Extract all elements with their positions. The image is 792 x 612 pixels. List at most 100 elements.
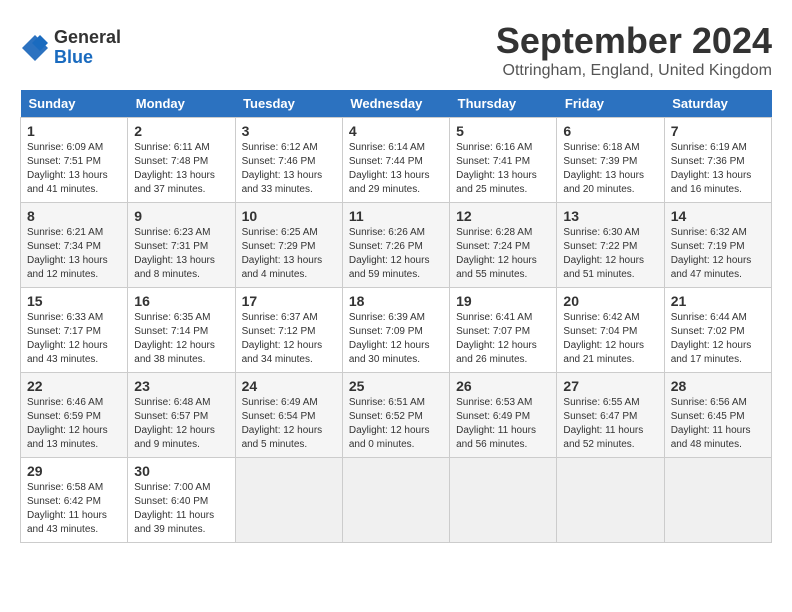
calendar-day-cell <box>450 458 557 543</box>
day-number: 15 <box>27 293 121 309</box>
calendar-day-cell: 24 Sunrise: 6:49 AM Sunset: 6:54 PM Dayli… <box>235 373 342 458</box>
calendar-day-cell: 4 Sunrise: 6:14 AM Sunset: 7:44 PM Daylig… <box>342 118 449 203</box>
calendar-week-row: 1 Sunrise: 6:09 AM Sunset: 7:51 PM Daylig… <box>21 118 772 203</box>
calendar-day-cell: 6 Sunrise: 6:18 AM Sunset: 7:39 PM Daylig… <box>557 118 664 203</box>
header: General Blue September 2024 Ottringham, … <box>20 20 772 80</box>
header-friday: Friday <box>557 90 664 118</box>
day-number: 28 <box>671 378 765 394</box>
day-number: 19 <box>456 293 550 309</box>
day-info: Sunrise: 6:21 AM Sunset: 7:34 PM Dayligh… <box>27 226 121 282</box>
calendar-day-cell: 2 Sunrise: 6:11 AM Sunset: 7:48 PM Daylig… <box>128 118 235 203</box>
day-number: 23 <box>134 378 228 394</box>
day-info: Sunrise: 6:35 AM Sunset: 7:14 PM Dayligh… <box>134 311 228 367</box>
calendar-week-row: 15 Sunrise: 6:33 AM Sunset: 7:17 PM Dayli… <box>21 288 772 373</box>
day-number: 14 <box>671 208 765 224</box>
month-title: September 2024 <box>496 20 772 62</box>
day-number: 27 <box>563 378 657 394</box>
day-number: 21 <box>671 293 765 309</box>
day-info: Sunrise: 6:12 AM Sunset: 7:46 PM Dayligh… <box>242 141 336 197</box>
header-sunday: Sunday <box>21 90 128 118</box>
day-info: Sunrise: 6:32 AM Sunset: 7:19 PM Dayligh… <box>671 226 765 282</box>
day-number: 2 <box>134 123 228 139</box>
header-tuesday: Tuesday <box>235 90 342 118</box>
day-info: Sunrise: 6:26 AM Sunset: 7:26 PM Dayligh… <box>349 226 443 282</box>
calendar-day-cell: 3Sunrise: 6:12 AM Sunset: 7:46 PM Daylig… <box>235 118 342 203</box>
header-saturday: Saturday <box>664 90 771 118</box>
day-number: 4 <box>349 123 443 139</box>
title-area: September 2024 Ottringham, England, Unit… <box>496 20 772 80</box>
day-info: Sunrise: 6:56 AM Sunset: 6:45 PM Dayligh… <box>671 396 765 452</box>
day-number: 16 <box>134 293 228 309</box>
day-number: 1 <box>27 123 121 139</box>
day-info: Sunrise: 7:00 AM Sunset: 6:40 PM Dayligh… <box>134 481 228 537</box>
header-thursday: Thursday <box>450 90 557 118</box>
day-number: 7 <box>671 123 765 139</box>
logo-general-text: General <box>54 28 121 48</box>
calendar-day-cell: 17 Sunrise: 6:37 AM Sunset: 7:12 PM Dayli… <box>235 288 342 373</box>
calendar-day-cell: 23Sunrise: 6:48 AM Sunset: 6:57 PM Dayli… <box>128 373 235 458</box>
day-number: 18 <box>349 293 443 309</box>
day-number: 22 <box>27 378 121 394</box>
day-info: Sunrise: 6:53 AM Sunset: 6:49 PM Dayligh… <box>456 396 550 452</box>
day-number: 17 <box>242 293 336 309</box>
calendar-day-cell: 8 Sunrise: 6:21 AM Sunset: 7:34 PM Daylig… <box>21 203 128 288</box>
calendar-day-cell: 13 Sunrise: 6:30 AM Sunset: 7:22 PM Dayli… <box>557 203 664 288</box>
day-number: 12 <box>456 208 550 224</box>
day-info: Sunrise: 6:25 AM Sunset: 7:29 PM Dayligh… <box>242 226 336 282</box>
day-info: Sunrise: 6:14 AM Sunset: 7:44 PM Dayligh… <box>349 141 443 197</box>
calendar-week-row: 29 Sunrise: 6:58 AM Sunset: 6:42 PM Dayli… <box>21 458 772 543</box>
day-number: 9 <box>134 208 228 224</box>
day-info: Sunrise: 6:46 AM Sunset: 6:59 PM Dayligh… <box>27 396 121 452</box>
calendar-day-cell: 21Sunrise: 6:44 AM Sunset: 7:02 PM Dayli… <box>664 288 771 373</box>
calendar-day-cell <box>342 458 449 543</box>
day-number: 24 <box>242 378 336 394</box>
day-info: Sunrise: 6:39 AM Sunset: 7:09 PM Dayligh… <box>349 311 443 367</box>
calendar-day-cell: 25 Sunrise: 6:51 AM Sunset: 6:52 PM Dayli… <box>342 373 449 458</box>
calendar-day-cell: 27 Sunrise: 6:55 AM Sunset: 6:47 PM Dayli… <box>557 373 664 458</box>
calendar-day-cell: 30 Sunrise: 7:00 AM Sunset: 6:40 PM Dayli… <box>128 458 235 543</box>
calendar-week-row: 8 Sunrise: 6:21 AM Sunset: 7:34 PM Daylig… <box>21 203 772 288</box>
calendar-day-cell <box>557 458 664 543</box>
day-info: Sunrise: 6:37 AM Sunset: 7:12 PM Dayligh… <box>242 311 336 367</box>
day-number: 10 <box>242 208 336 224</box>
day-info: Sunrise: 6:28 AM Sunset: 7:24 PM Dayligh… <box>456 226 550 282</box>
logo-text: General Blue <box>54 28 121 68</box>
logo-icon <box>20 33 50 63</box>
day-number: 25 <box>349 378 443 394</box>
day-number: 13 <box>563 208 657 224</box>
logo: General Blue <box>20 28 121 68</box>
day-info: Sunrise: 6:11 AM Sunset: 7:48 PM Dayligh… <box>134 141 228 197</box>
day-info: Sunrise: 6:42 AM Sunset: 7:04 PM Dayligh… <box>563 311 657 367</box>
day-info: Sunrise: 6:51 AM Sunset: 6:52 PM Dayligh… <box>349 396 443 452</box>
day-info: Sunrise: 6:19 AM Sunset: 7:36 PM Dayligh… <box>671 141 765 197</box>
day-info: Sunrise: 6:33 AM Sunset: 7:17 PM Dayligh… <box>27 311 121 367</box>
calendar-day-cell: 28 Sunrise: 6:56 AM Sunset: 6:45 PM Dayli… <box>664 373 771 458</box>
day-number: 6 <box>563 123 657 139</box>
day-info: Sunrise: 6:18 AM Sunset: 7:39 PM Dayligh… <box>563 141 657 197</box>
day-info: Sunrise: 6:30 AM Sunset: 7:22 PM Dayligh… <box>563 226 657 282</box>
day-info: Sunrise: 6:49 AM Sunset: 6:54 PM Dayligh… <box>242 396 336 452</box>
calendar-day-cell <box>235 458 342 543</box>
day-number: 5 <box>456 123 550 139</box>
calendar-day-cell: 9 Sunrise: 6:23 AM Sunset: 7:31 PM Daylig… <box>128 203 235 288</box>
day-info: Sunrise: 6:23 AM Sunset: 7:31 PM Dayligh… <box>134 226 228 282</box>
calendar-header-row: Sunday Monday Tuesday Wednesday Thursday… <box>21 90 772 118</box>
calendar-day-cell: 16 Sunrise: 6:35 AM Sunset: 7:14 PM Dayli… <box>128 288 235 373</box>
calendar-day-cell: 19 Sunrise: 6:41 AM Sunset: 7:07 PM Dayli… <box>450 288 557 373</box>
day-number: 29 <box>27 463 121 479</box>
day-info: Sunrise: 6:09 AM Sunset: 7:51 PM Dayligh… <box>27 141 121 197</box>
location-title: Ottringham, England, United Kingdom <box>496 62 772 80</box>
calendar-day-cell: 15 Sunrise: 6:33 AM Sunset: 7:17 PM Dayli… <box>21 288 128 373</box>
day-number: 26 <box>456 378 550 394</box>
calendar-day-cell: 12 Sunrise: 6:28 AM Sunset: 7:24 PM Dayli… <box>450 203 557 288</box>
calendar-week-row: 22 Sunrise: 6:46 AM Sunset: 6:59 PM Dayli… <box>21 373 772 458</box>
logo-blue-text: Blue <box>54 48 121 68</box>
calendar-day-cell: 5Sunrise: 6:16 AM Sunset: 7:41 PM Daylig… <box>450 118 557 203</box>
day-number: 8 <box>27 208 121 224</box>
day-info: Sunrise: 6:55 AM Sunset: 6:47 PM Dayligh… <box>563 396 657 452</box>
header-monday: Monday <box>128 90 235 118</box>
day-info: Sunrise: 6:58 AM Sunset: 6:42 PM Dayligh… <box>27 481 121 537</box>
header-wednesday: Wednesday <box>342 90 449 118</box>
day-info: Sunrise: 6:41 AM Sunset: 7:07 PM Dayligh… <box>456 311 550 367</box>
day-number: 30 <box>134 463 228 479</box>
